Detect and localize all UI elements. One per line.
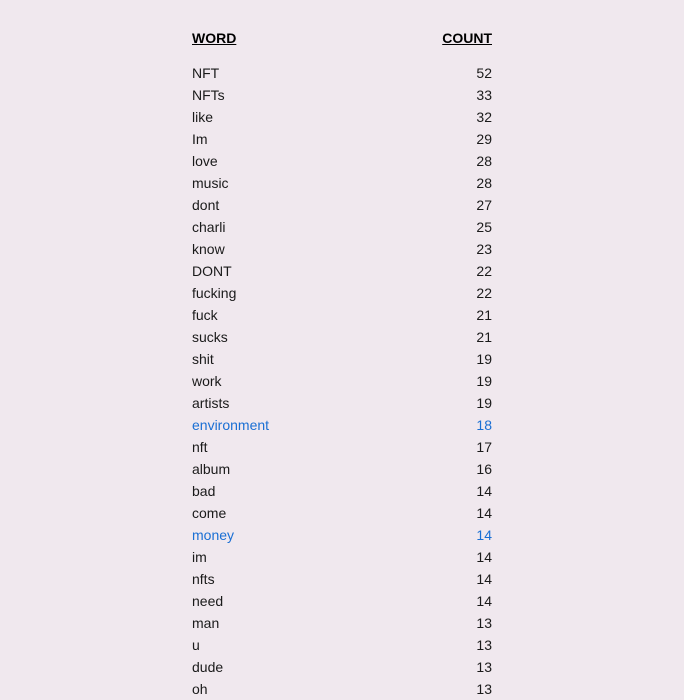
- count-cell: 25: [374, 216, 492, 238]
- word-cell: money: [192, 524, 374, 546]
- count-cell: 14: [374, 524, 492, 546]
- table-row: nfts14: [192, 568, 492, 590]
- table-row: shit19: [192, 348, 492, 370]
- count-cell: 19: [374, 370, 492, 392]
- count-column-header: COUNT: [374, 30, 492, 62]
- count-cell: 19: [374, 392, 492, 414]
- count-cell: 22: [374, 282, 492, 304]
- count-cell: 21: [374, 326, 492, 348]
- word-count-table-container: WORD COUNT NFT52NFTs33like32Im29love28mu…: [192, 30, 492, 700]
- count-cell: 23: [374, 238, 492, 260]
- word-cell: NFTs: [192, 84, 374, 106]
- table-row: NFT52: [192, 62, 492, 84]
- word-cell: fuck: [192, 304, 374, 326]
- word-cell: environment: [192, 414, 374, 436]
- table-row: DONT22: [192, 260, 492, 282]
- table-row: need14: [192, 590, 492, 612]
- table-row: charli25: [192, 216, 492, 238]
- word-cell: man: [192, 612, 374, 634]
- table-row: fucking22: [192, 282, 492, 304]
- word-cell: come: [192, 502, 374, 524]
- word-cell: album: [192, 458, 374, 480]
- count-cell: 14: [374, 546, 492, 568]
- table-row: im14: [192, 546, 492, 568]
- count-cell: 32: [374, 106, 492, 128]
- table-row: know23: [192, 238, 492, 260]
- table-row: come14: [192, 502, 492, 524]
- word-cell: nfts: [192, 568, 374, 590]
- count-cell: 16: [374, 458, 492, 480]
- word-cell: work: [192, 370, 374, 392]
- count-cell: 13: [374, 612, 492, 634]
- table-row: love28: [192, 150, 492, 172]
- count-cell: 14: [374, 480, 492, 502]
- count-cell: 13: [374, 634, 492, 656]
- word-cell: bad: [192, 480, 374, 502]
- table-row: bad14: [192, 480, 492, 502]
- table-row: NFTs33: [192, 84, 492, 106]
- word-cell: know: [192, 238, 374, 260]
- word-cell: im: [192, 546, 374, 568]
- count-cell: 17: [374, 436, 492, 458]
- table-row: work19: [192, 370, 492, 392]
- word-cell: dont: [192, 194, 374, 216]
- table-row: album16: [192, 458, 492, 480]
- table-row: like32: [192, 106, 492, 128]
- count-cell: 14: [374, 590, 492, 612]
- count-cell: 22: [374, 260, 492, 282]
- count-cell: 27: [374, 194, 492, 216]
- word-count-table: WORD COUNT NFT52NFTs33like32Im29love28mu…: [192, 30, 492, 700]
- word-cell: charli: [192, 216, 374, 238]
- word-column-header: WORD: [192, 30, 374, 62]
- count-cell: 52: [374, 62, 492, 84]
- word-cell: need: [192, 590, 374, 612]
- table-row: artists19: [192, 392, 492, 414]
- word-cell: music: [192, 172, 374, 194]
- word-cell: love: [192, 150, 374, 172]
- table-row: nft17: [192, 436, 492, 458]
- table-row: dude13: [192, 656, 492, 678]
- count-cell: 33: [374, 84, 492, 106]
- count-cell: 21: [374, 304, 492, 326]
- word-cell: like: [192, 106, 374, 128]
- table-row: money14: [192, 524, 492, 546]
- count-cell: 29: [374, 128, 492, 150]
- word-cell: u: [192, 634, 374, 656]
- count-cell: 18: [374, 414, 492, 436]
- word-cell: Im: [192, 128, 374, 150]
- table-row: man13: [192, 612, 492, 634]
- table-row: sucks21: [192, 326, 492, 348]
- count-cell: 19: [374, 348, 492, 370]
- table-row: u13: [192, 634, 492, 656]
- table-row: dont27: [192, 194, 492, 216]
- count-cell: 28: [374, 150, 492, 172]
- table-row: music28: [192, 172, 492, 194]
- word-cell: nft: [192, 436, 374, 458]
- word-cell: dude: [192, 656, 374, 678]
- word-cell: artists: [192, 392, 374, 414]
- count-cell: 28: [374, 172, 492, 194]
- word-cell: NFT: [192, 62, 374, 84]
- table-row: environment18: [192, 414, 492, 436]
- word-cell: sucks: [192, 326, 374, 348]
- word-cell: DONT: [192, 260, 374, 282]
- table-row: Im29: [192, 128, 492, 150]
- word-cell: fucking: [192, 282, 374, 304]
- count-cell: 13: [374, 656, 492, 678]
- table-row: fuck21: [192, 304, 492, 326]
- count-cell: 14: [374, 502, 492, 524]
- word-cell: shit: [192, 348, 374, 370]
- count-cell: 14: [374, 568, 492, 590]
